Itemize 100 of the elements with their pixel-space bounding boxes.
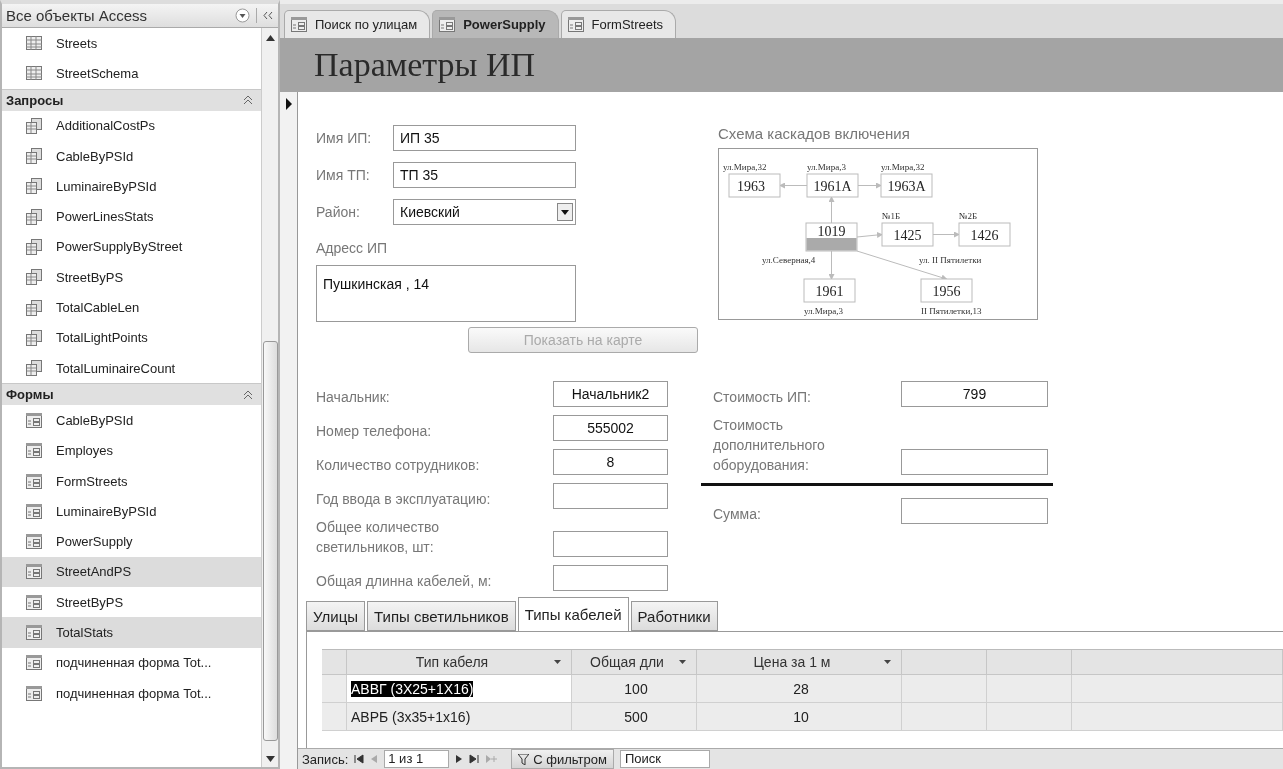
field-label: Адресс ИП <box>316 240 389 256</box>
connector-arrow <box>932 231 960 238</box>
field-label: Количество сотрудников: <box>316 456 481 475</box>
text-field[interactable] <box>553 565 668 591</box>
table-icon <box>26 66 42 81</box>
subform-tab[interactable]: Типы светильников <box>367 601 516 631</box>
column-header[interactable]: Тип кабеля <box>347 650 572 675</box>
record-label: Запись: <box>302 751 349 767</box>
query-icon <box>26 360 42 377</box>
record-selector[interactable] <box>280 92 298 769</box>
table-cell: 100 <box>572 675 697 703</box>
connector-arrow <box>857 182 882 189</box>
address-field[interactable]: Пушкинская , 14 <box>316 265 576 322</box>
scroll-down-icon[interactable] <box>265 755 275 763</box>
scroll-thumb[interactable] <box>262 341 278 741</box>
node-caption: ул.Мира,32 <box>881 162 925 172</box>
caret-icon <box>561 209 569 215</box>
street-caption: ул. II Пятилетки <box>919 255 982 265</box>
query-icon <box>26 178 42 195</box>
total-field[interactable] <box>901 498 1048 524</box>
column-header[interactable]: Цена за 1 м <box>697 650 902 675</box>
query-icon <box>26 208 42 225</box>
form-icon <box>26 625 42 640</box>
field-label: Имя ИП: <box>316 129 373 148</box>
field-label: Начальник: <box>316 388 391 407</box>
district-combo[interactable]: Киевский <box>393 199 576 225</box>
form-title: Параметры ИП <box>314 46 536 84</box>
query-icon <box>26 329 42 346</box>
scheme-node: 1961 <box>803 278 856 303</box>
text-field[interactable] <box>901 449 1048 475</box>
field-label: Общее количество светильников, шт: <box>316 518 441 557</box>
column-header[interactable]: Общая дли <box>572 650 697 675</box>
table-icon <box>26 36 42 51</box>
form-icon <box>26 503 42 519</box>
search-field[interactable]: Поиск <box>619 750 710 768</box>
field-label: Год ввода в эксплуатацию: <box>316 490 492 509</box>
node-caption: ул.Северная,4 <box>762 255 816 265</box>
collapse-icon[interactable] <box>243 389 253 400</box>
form-icon <box>26 534 42 550</box>
nav-item[interactable]: StreetAndPS <box>2 556 261 588</box>
node-caption: ул.Мира,32 <box>723 162 767 172</box>
subform-tab[interactable]: Улицы <box>306 601 366 631</box>
form-icon <box>26 594 42 610</box>
record-position-field[interactable]: 1 из 1 <box>384 750 450 768</box>
table-cell: 28 <box>697 675 902 703</box>
next-record-icon[interactable] <box>455 754 464 764</box>
group-title: Формы <box>6 387 54 403</box>
query-icon <box>26 238 42 255</box>
form-icon <box>291 17 307 32</box>
field-label: Район: <box>316 203 361 222</box>
node-caption: №2Б <box>959 211 978 221</box>
field-label: Номер телефона: <box>316 422 433 441</box>
document-tab[interactable]: Поиск по улицам <box>284 10 431 38</box>
node-caption: ул.Мира,3 <box>804 306 843 316</box>
form-icon <box>26 412 42 428</box>
form-icon <box>567 17 584 32</box>
text-field[interactable]: 8 <box>553 449 668 475</box>
text-field[interactable] <box>553 483 668 509</box>
form-icon <box>26 685 42 701</box>
text-field[interactable]: Начальник2 <box>553 381 668 407</box>
text-field[interactable]: 799 <box>901 381 1048 407</box>
node-caption: II Пятилетки,13 <box>921 306 982 316</box>
previous-record-icon[interactable] <box>370 754 379 764</box>
pane-title: Все объекты Access <box>6 7 149 24</box>
subform-tab[interactable]: Типы кабелей <box>517 597 629 631</box>
nav-item[interactable]: TotalStats <box>2 617 261 648</box>
first-record-icon[interactable] <box>354 754 365 764</box>
collapse-icon[interactable] <box>243 95 253 106</box>
form-icon <box>439 17 456 32</box>
text-field[interactable] <box>553 531 668 557</box>
scheme-node: 1963 <box>728 173 781 198</box>
text-field[interactable]: ТП 35 <box>393 162 576 188</box>
new-record-icon[interactable] <box>485 754 498 764</box>
scroll-up-icon[interactable] <box>265 34 275 42</box>
connector-arrow <box>856 232 883 238</box>
scrollbar[interactable] <box>261 28 278 767</box>
scheme-node: 1426 <box>958 222 1011 247</box>
connector-arrow <box>828 250 835 280</box>
node-caption: №1Б <box>882 211 901 221</box>
subform-tab[interactable]: Работники <box>630 601 718 631</box>
field-label: Имя ТП: <box>316 166 371 185</box>
last-record-icon[interactable] <box>469 754 480 764</box>
form-icon <box>26 564 42 580</box>
filter-button[interactable]: С фильтром <box>511 749 614 769</box>
document-tab[interactable]: FormStreets <box>560 10 677 38</box>
filter-icon <box>518 753 530 765</box>
field-label: Общая длинна кабелей, м: <box>316 572 493 591</box>
text-field[interactable]: 555002 <box>553 415 668 441</box>
dropdown-icon[interactable] <box>235 8 250 23</box>
group-header[interactable]: Запросы <box>2 88 261 111</box>
scheme-node: 1425 <box>881 222 934 247</box>
scheme-node: 1956 <box>920 278 973 303</box>
query-icon <box>26 269 42 286</box>
text-field[interactable]: ИП 35 <box>393 125 576 151</box>
query-icon <box>26 148 42 165</box>
table-cell: 10 <box>697 703 902 731</box>
field-label: Сумма: <box>713 505 762 524</box>
table-cell: 500 <box>572 703 697 731</box>
group-header[interactable]: Формы <box>2 383 261 406</box>
document-tab[interactable]: PowerSupply <box>432 10 559 38</box>
